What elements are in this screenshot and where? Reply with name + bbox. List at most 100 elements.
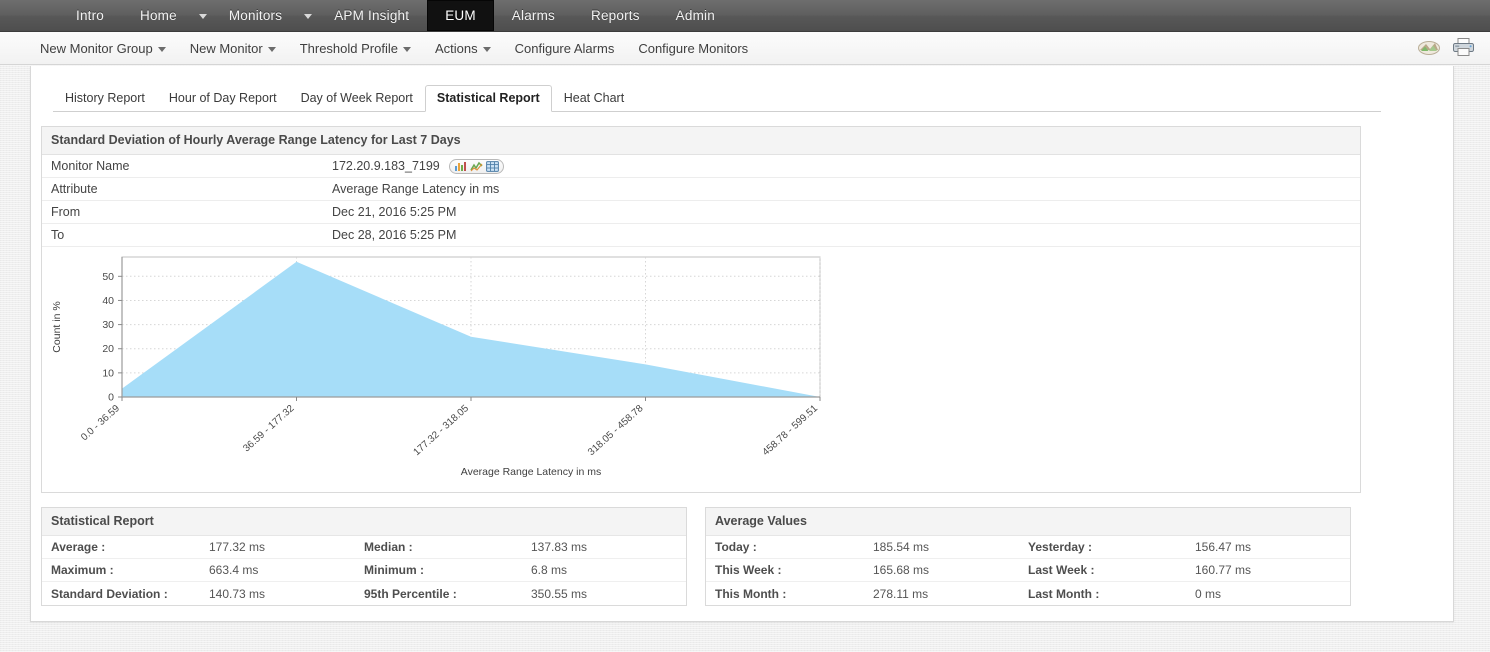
metric-label: Standard Deviation : [51, 586, 168, 601]
average-values-table: Average Values Today : 185.54 ms Yesterday… [705, 507, 1351, 606]
report-info-row: Monitor Name 172.20.9.183_7199 [42, 155, 1360, 178]
table-row: Average : 177.32 ms Median : 137.83 ms [42, 536, 686, 559]
chart-x-tick-label: 36.59 - 177.32 [241, 403, 297, 455]
metric-label: Yesterday : [1028, 540, 1093, 554]
nav-item-home[interactable]: Home [122, 0, 195, 31]
chart-y-tick-label: 0 [108, 392, 114, 404]
chart-x-tick-label: 0.0 - 36.59 [79, 403, 122, 443]
metric-value: 165.68 ms [873, 563, 930, 577]
line-chart-icon[interactable] [470, 161, 483, 172]
metric-label: Last Week : [1028, 563, 1095, 577]
chart-x-tick-label: 318.05 - 458.78 [586, 403, 646, 458]
printer-icon[interactable] [1452, 37, 1476, 62]
table-grid-icon[interactable] [485, 160, 499, 172]
secondary-toolbar: New Monitor Group New Monitor Threshold Pr… [0, 32, 1490, 65]
metric-value: 350.55 ms [531, 586, 588, 601]
toolbar-item-label: Actions [434, 40, 478, 56]
table-row: Today : 185.54 ms Yesterday : 156.47 ms [706, 536, 1350, 559]
report-info-value: Dec 21, 2016 5:25 PM [332, 205, 457, 219]
table-row: Maximum : 663.4 ms Minimum : 6.8 ms [42, 559, 686, 582]
report-info-value-cell: Dec 21, 2016 5:25 PM [332, 205, 456, 219]
metric-label: Minimum : [364, 563, 424, 577]
report-info-value: Dec 28, 2016 5:25 PM [332, 228, 457, 242]
table-row: This Month : 278.11 ms Last Month : 0 ms [706, 582, 1350, 605]
metric-label: Average : [51, 540, 106, 554]
toolbar-item-label: Configure Monitors [638, 40, 749, 56]
report-info-value-cell: Average Range Latency in ms [332, 182, 499, 196]
export-chart-icon[interactable] [1418, 39, 1440, 61]
report-info-row: From Dec 21, 2016 5:25 PM [42, 201, 1360, 224]
nav-item-monitors[interactable]: Monitors [211, 0, 300, 31]
primary-navigation-bar: Intro Home Monitors APM Insight EUM Alarms Rep… [0, 0, 1490, 32]
chevron-down-icon[interactable] [195, 0, 211, 31]
metric-value: 177.32 ms [209, 540, 266, 554]
metric-label: Median : [364, 540, 413, 554]
chevron-down-icon [402, 46, 411, 52]
metric-label: 95th Percentile : [364, 586, 457, 601]
tab-hour-of-day-report[interactable]: Hour of Day Report [157, 85, 289, 112]
summary-tables-row: Statistical Report Average : 177.32 ms Med… [41, 507, 1453, 606]
report-tabs: History Report Hour of Day Report Day of W… [53, 84, 1381, 112]
metric-value: 156.47 ms [1195, 540, 1252, 554]
distribution-chart: 0 10 20 30 40 50 Count in % 0.0 - 36.59 36.59 - … [42, 247, 1360, 492]
nav-item-alarms[interactable]: Alarms [494, 0, 573, 31]
report-info-label: From [51, 205, 81, 219]
report-info-value-cell: 172.20.9.183_7199 [332, 158, 504, 174]
statistical-report-heading: Statistical Report [42, 508, 686, 536]
statistical-report-table: Statistical Report Average : 177.32 ms Med… [41, 507, 687, 606]
chevron-down-icon[interactable] [300, 0, 316, 31]
table-row: This Week : 165.68 ms Last Week : 160.77 ms [706, 559, 1350, 582]
metric-label: Today : [715, 540, 757, 554]
toolbar-item-new-monitor-group[interactable]: New Monitor Group [28, 41, 178, 56]
chart-y-tick-label: 20 [102, 343, 114, 355]
content-panel: History Report Hour of Day Report Day of W… [30, 66, 1454, 622]
metric-label: Last Month : [1028, 586, 1100, 601]
average-values-heading: Average Values [706, 508, 1350, 536]
toolbar-item-label: Threshold Profile [299, 40, 398, 56]
report-title: Standard Deviation of Hourly Average Ran… [42, 127, 1360, 155]
nav-item-admin[interactable]: Admin [658, 0, 733, 31]
nav-item-eum[interactable]: EUM [427, 0, 494, 31]
metric-value: 137.83 ms [531, 540, 588, 554]
tab-history-report[interactable]: History Report [53, 85, 157, 112]
toolbar-item-label: New Monitor Group [40, 40, 153, 56]
chart-x-tick-label: 177.32 - 318.05 [412, 403, 472, 458]
nav-item-intro[interactable]: Intro [58, 0, 122, 31]
nav-item-apm-insight[interactable]: APM Insight [316, 0, 427, 31]
chart-y-tick-label: 30 [102, 319, 114, 331]
metric-value: 6.8 ms [531, 563, 568, 577]
tab-heat-chart[interactable]: Heat Chart [552, 85, 636, 112]
toolbar-item-configure-alarms[interactable]: Configure Alarms [503, 41, 627, 56]
chart-y-axis-title: Count in % [51, 301, 63, 352]
toolbar-item-label: New Monitor [189, 40, 263, 56]
report-info-label: Attribute [51, 182, 98, 196]
toolbar-item-configure-monitors[interactable]: Configure Monitors [626, 41, 760, 56]
toolbar-right-icons [1418, 37, 1476, 62]
chart-x-axis-title: Average Range Latency in ms [461, 466, 601, 478]
metric-value: 278.11 ms [873, 586, 929, 601]
nav-item-reports[interactable]: Reports [573, 0, 658, 31]
toolbar-item-label: Configure Alarms [514, 40, 615, 56]
tab-statistical-report[interactable]: Statistical Report [424, 85, 552, 112]
bar-chart-icon[interactable] [454, 161, 467, 172]
metric-value: 0 ms [1195, 586, 1222, 601]
metric-label: This Week : [715, 563, 782, 577]
chevron-down-icon [157, 46, 166, 52]
report-info-label: To [51, 228, 65, 242]
chart-canvas: 0 10 20 30 40 50 Count in % 0.0 - 36.59 36.59 - … [51, 256, 821, 478]
chart-x-tick-label: 458.78 - 599.51 [761, 403, 821, 458]
table-row: Standard Deviation : 140.73 ms 95th Percen… [42, 582, 686, 605]
report-summary-panel: Standard Deviation of Hourly Average Ran… [41, 126, 1361, 493]
report-info-value: Average Range Latency in ms [332, 182, 500, 196]
metric-label: Maximum : [51, 563, 114, 577]
metric-label: This Month : [715, 586, 787, 601]
tab-day-of-week-report[interactable]: Day of Week Report [289, 85, 425, 112]
report-info-row: Attribute Average Range Latency in ms [42, 178, 1360, 201]
toolbar-item-new-monitor[interactable]: New Monitor [178, 41, 288, 56]
toolbar-item-actions[interactable]: Actions [423, 41, 503, 56]
metric-value: 185.54 ms [873, 540, 930, 554]
toolbar-item-threshold-profile[interactable]: Threshold Profile [288, 41, 423, 56]
report-info-value: 172.20.9.183_7199 [332, 159, 440, 173]
monitor-quick-view-icons[interactable] [448, 158, 504, 174]
report-info-value-cell: Dec 28, 2016 5:25 PM [332, 228, 456, 242]
